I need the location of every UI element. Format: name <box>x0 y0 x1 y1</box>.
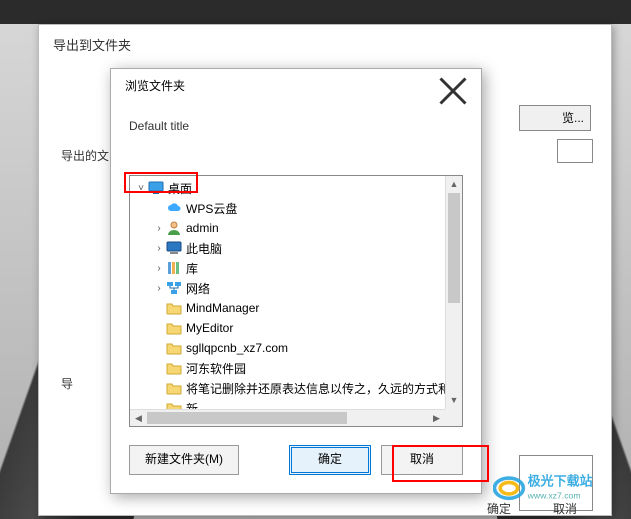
tree-item-label: 河东软件园 <box>186 360 246 377</box>
desktop-icon <box>148 180 164 196</box>
close-icon <box>433 71 473 111</box>
libraries-icon <box>166 260 182 276</box>
folder-tree[interactable]: ˅桌面WPS云盘›admin›此电脑›库›网络MindManagerMyEdit… <box>129 175 463 427</box>
tree-item[interactable]: sgllqpcnb_xz7.com <box>130 338 445 358</box>
scroll-right-arrow[interactable]: ▶ <box>428 410 445 426</box>
tree-item-label: MyEditor <box>186 321 233 335</box>
tree-item[interactable]: › 网络 <box>130 278 445 298</box>
browse-dialog-subtitle: Default title <box>111 101 481 143</box>
folder-icon <box>166 380 182 396</box>
scroll-down-arrow[interactable]: ▼ <box>446 392 462 409</box>
expand-toggle[interactable]: ˅ <box>134 183 148 194</box>
horizontal-scrollbar[interactable]: ◀ ▶ <box>130 409 445 426</box>
tree-item[interactable]: ˅ 桌面 <box>130 178 445 198</box>
wps-cloud-icon <box>166 200 182 216</box>
folder-icon <box>166 400 182 409</box>
watermark-logo: 极光下载站 www.xz7.com <box>493 466 623 509</box>
expand-toggle[interactable]: › <box>152 283 166 294</box>
cancel-button[interactable]: 取消 <box>381 445 463 475</box>
tree-item[interactable]: 将笔记删除并还原表达信息以传之，久远的方式和工 <box>130 378 445 398</box>
svg-text:极光下载站: 极光下载站 <box>528 473 593 488</box>
scroll-left-arrow[interactable]: ◀ <box>130 410 147 426</box>
tree-item-label: 网络 <box>186 280 210 297</box>
tree-item-label: admin <box>186 221 219 235</box>
folder-icon <box>166 340 182 356</box>
export-path-field[interactable] <box>557 139 593 163</box>
folder-icon <box>166 360 182 376</box>
folder-icon <box>166 300 182 316</box>
scroll-up-arrow[interactable]: ▲ <box>446 176 462 193</box>
tree-item[interactable]: MyEditor <box>130 318 445 338</box>
browse-folder-dialog: 浏览文件夹 Default title ˅桌面WPS云盘›admin›此电脑›库… <box>110 68 482 494</box>
scroll-thumb-h[interactable] <box>147 412 347 424</box>
close-button[interactable] <box>433 71 473 99</box>
svg-text:www.xz7.com: www.xz7.com <box>527 490 581 500</box>
tree-item-label: MindManager <box>186 301 259 315</box>
expand-toggle[interactable]: › <box>152 223 166 234</box>
app-dark-bar <box>0 0 631 24</box>
scroll-corner <box>445 409 462 426</box>
tree-item-label: 库 <box>186 260 198 277</box>
export-path-label: 导出的文 <box>61 147 109 164</box>
vertical-scrollbar[interactable]: ▲ ▼ <box>445 176 462 409</box>
export-label-2: 导 <box>61 375 73 392</box>
network-icon <box>166 280 182 296</box>
export-dialog-title: 导出到文件夹 <box>39 25 611 64</box>
scroll-thumb-v[interactable] <box>448 193 460 303</box>
tree-item-label: WPS云盘 <box>186 200 237 217</box>
this-pc-icon <box>166 240 182 256</box>
browse-button[interactable]: 览... <box>519 105 591 131</box>
ok-button[interactable]: 确定 <box>289 445 371 475</box>
tree-item-label: 此电脑 <box>186 240 222 257</box>
tree-item-label: 桌面 <box>168 180 192 197</box>
expand-toggle[interactable]: › <box>152 243 166 254</box>
tree-item-label: sgllqpcnb_xz7.com <box>186 341 288 355</box>
tree-item[interactable]: WPS云盘 <box>130 198 445 218</box>
tree-item[interactable]: 新 <box>130 398 445 409</box>
folder-icon <box>166 320 182 336</box>
expand-toggle[interactable]: › <box>152 263 166 274</box>
tree-item[interactable]: ›库 <box>130 258 445 278</box>
tree-item-label: 新 <box>186 400 198 410</box>
user-icon <box>166 220 182 236</box>
tree-item[interactable]: 河东软件园 <box>130 358 445 378</box>
browse-dialog-title: 浏览文件夹 <box>125 77 185 94</box>
new-folder-button[interactable]: 新建文件夹(M) <box>129 445 239 475</box>
tree-item-label: 将笔记删除并还原表达信息以传之，久远的方式和工 <box>186 380 445 397</box>
tree-item[interactable]: MindManager <box>130 298 445 318</box>
tree-item[interactable]: › 此电脑 <box>130 238 445 258</box>
tree-item[interactable]: › admin <box>130 218 445 238</box>
